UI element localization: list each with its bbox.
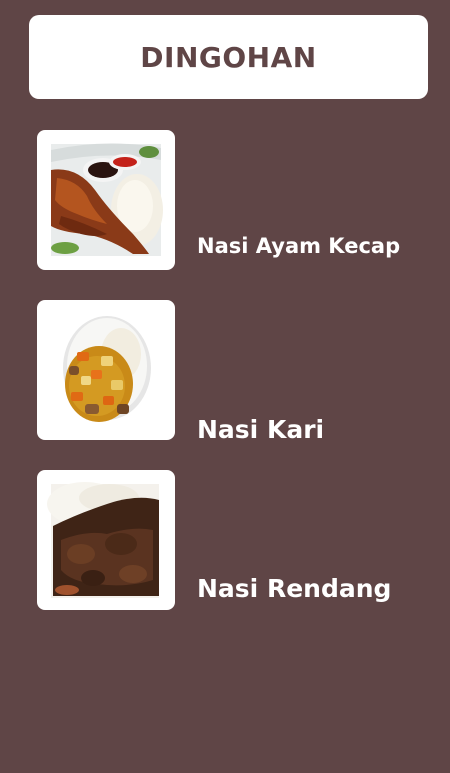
chicken-rice-image[interactable] [37, 130, 175, 270]
app-header: DINGOHAN [29, 15, 428, 99]
item-name-label[interactable]: Nasi Kari [197, 415, 324, 444]
item-name-label[interactable]: Nasi Ayam Kecap [197, 234, 400, 258]
menu-item-nasi-kari[interactable]: Nasi Kari [37, 300, 437, 444]
menu-item-nasi-ayam-kecap[interactable]: Nasi Ayam Kecap [37, 130, 437, 270]
menu-item-nasi-rendang[interactable]: Nasi Rendang [37, 470, 437, 610]
rendang-rice-image[interactable] [37, 470, 175, 610]
curry-rice-image[interactable] [37, 300, 175, 440]
item-name-label[interactable]: Nasi Rendang [197, 574, 391, 603]
page-title: DINGOHAN [140, 40, 317, 74]
